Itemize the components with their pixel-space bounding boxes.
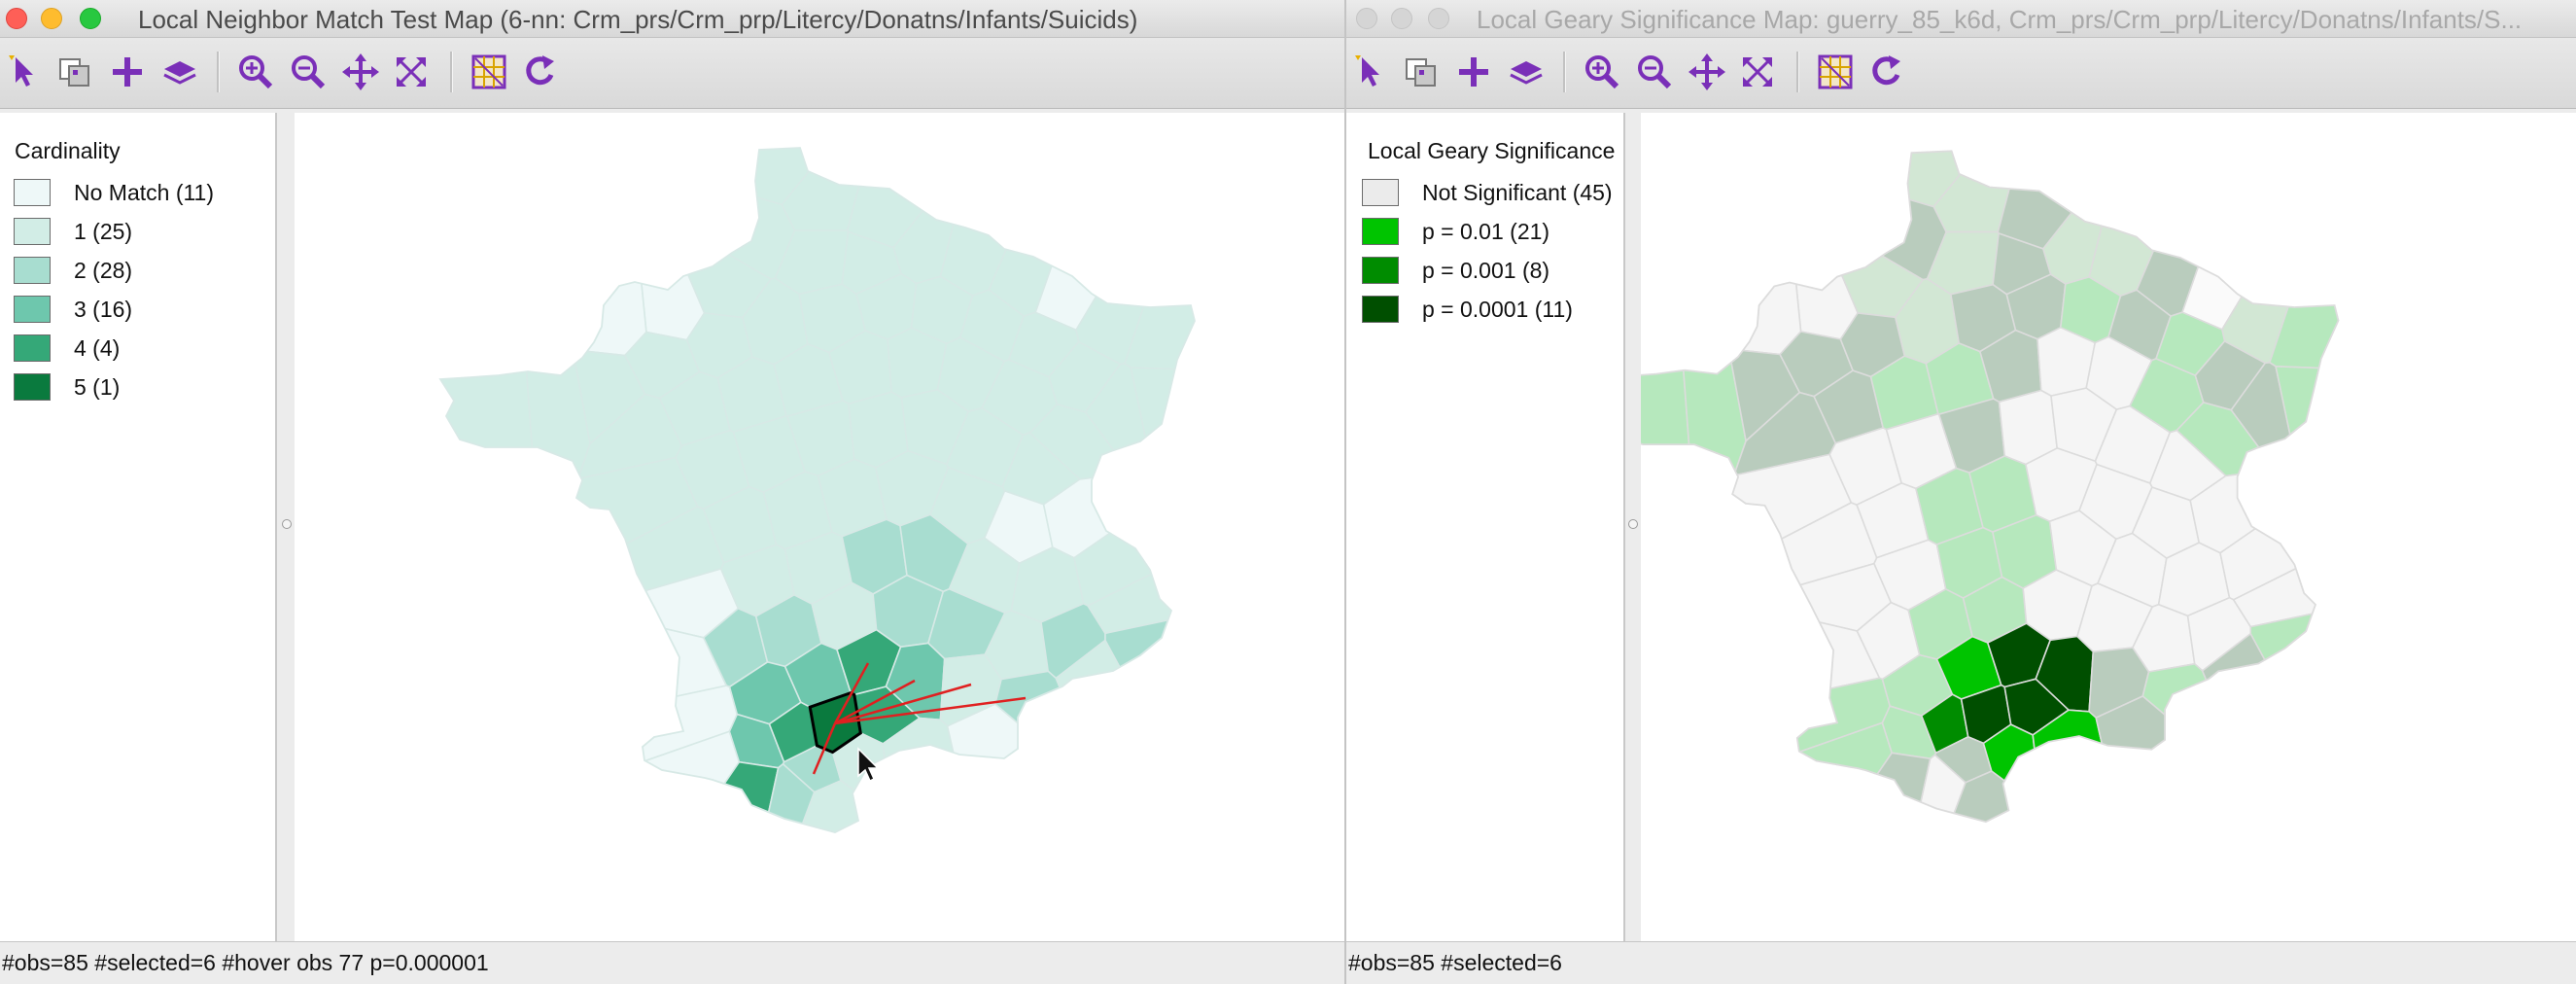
- legend-swatch: [1362, 257, 1399, 284]
- layers-icon[interactable]: [159, 52, 200, 92]
- legend-label: No Match (11): [74, 180, 215, 205]
- legend-panel: Cardinality No Match (11) 1 (25) 2 (28) …: [0, 113, 277, 941]
- add-plus-icon[interactable]: [1453, 52, 1494, 92]
- legend-label: 5 (1): [74, 374, 121, 400]
- refresh-icon[interactable]: [1865, 52, 1906, 92]
- department-polygon[interactable]: [2201, 632, 2384, 879]
- zoom-window-button[interactable]: [1428, 8, 1449, 29]
- legend-label: 3 (16): [74, 297, 133, 322]
- refresh-icon[interactable]: [519, 52, 560, 92]
- left-titlebar: Local Neighbor Match Test Map (6-nn: Crm…: [0, 0, 1344, 38]
- department-polygon[interactable]: [2275, 365, 2409, 513]
- toolbar-separator: [450, 52, 453, 92]
- department-polygon[interactable]: [946, 703, 1168, 891]
- legend-swatch: [14, 296, 51, 323]
- close-window-button[interactable]: [6, 8, 27, 29]
- toolbar-separator: [1796, 52, 1799, 92]
- department-polygon[interactable]: [392, 113, 647, 357]
- legend-label: p = 0.0001 (11): [1422, 297, 1573, 322]
- legend-swatch: [14, 218, 51, 245]
- splitter-grip[interactable]: [1628, 519, 1638, 529]
- legend-swatch: [1362, 179, 1399, 206]
- add-plus-icon[interactable]: [107, 52, 148, 92]
- zoom-in-icon[interactable]: [235, 52, 276, 92]
- zoom-out-icon[interactable]: [288, 52, 329, 92]
- department-polygon[interactable]: [1130, 367, 1267, 517]
- fit-extent-icon[interactable]: [1737, 52, 1778, 92]
- department-polygon[interactable]: [2095, 695, 2313, 879]
- legend-label: p = 0.001 (8): [1422, 258, 1550, 283]
- right-titlebar: Local Geary Significance Map: guerry_85_…: [1346, 0, 2576, 38]
- fit-extent-icon[interactable]: [391, 52, 432, 92]
- legend-label: 4 (4): [74, 335, 121, 361]
- france-significance-map[interactable]: [1641, 113, 2576, 941]
- legend-label: p = 0.01 (21): [1422, 219, 1550, 244]
- map-toolbar: [1346, 38, 2576, 109]
- map-toolbar: [0, 38, 1344, 109]
- zoom-window-button[interactable]: [80, 8, 101, 29]
- select-arrow-icon[interactable]: [4, 52, 45, 92]
- department-polygon[interactable]: [392, 145, 539, 683]
- legend-label: Not Significant (45): [1422, 180, 1613, 205]
- legend-title: Cardinality: [15, 138, 121, 163]
- department-polygon[interactable]: [1641, 117, 1802, 356]
- map-canvas[interactable]: [1641, 113, 2576, 941]
- minimize-window-button[interactable]: [41, 8, 62, 29]
- map-canvas[interactable]: [295, 113, 1344, 941]
- legend-swatch: [1362, 296, 1399, 323]
- france-choropleth-map[interactable]: [295, 113, 1344, 941]
- legend-swatch: [1362, 218, 1399, 245]
- minimize-window-button[interactable]: [1391, 8, 1412, 29]
- legend-swatch: [14, 179, 51, 206]
- pan-move-icon[interactable]: [340, 52, 381, 92]
- close-window-button[interactable]: [1356, 8, 1377, 29]
- left-map-window: Local Neighbor Match Test Map (6-nn: Crm…: [0, 0, 1346, 984]
- copy-layer-icon[interactable]: [1401, 52, 1442, 92]
- panel-splitter[interactable]: [1625, 113, 1641, 941]
- zoom-out-icon[interactable]: [1634, 52, 1675, 92]
- department-polygon[interactable]: [1055, 639, 1240, 892]
- toolbar-separator: [1563, 52, 1566, 92]
- panel-splitter[interactable]: [279, 113, 295, 941]
- department-polygon[interactable]: [1124, 113, 1267, 374]
- legend-label: 2 (28): [74, 258, 133, 283]
- department-polygon[interactable]: [2219, 486, 2409, 601]
- status-bar: #obs=85 #selected=6: [1346, 941, 2576, 984]
- status-bar: #obs=85 #selected=6 #hover obs 77 p=0.00…: [0, 941, 1344, 984]
- department-polygon[interactable]: [1104, 598, 1267, 891]
- legend-title: Local Geary Significance: [1368, 138, 1616, 163]
- copy-layer-icon[interactable]: [54, 52, 95, 92]
- department-polygon[interactable]: [2269, 117, 2409, 372]
- selection-grid-icon[interactable]: [1815, 52, 1856, 92]
- department-polygon[interactable]: [1641, 721, 1894, 879]
- department-polygon[interactable]: [2181, 117, 2350, 331]
- department-polygon[interactable]: [1034, 113, 1206, 332]
- zoom-in-icon[interactable]: [1582, 52, 1622, 92]
- department-polygon[interactable]: [1073, 490, 1267, 607]
- window-title: Local Neighbor Match Test Map (6-nn: Crm…: [138, 5, 1138, 34]
- legend-label: 1 (25): [74, 219, 133, 244]
- legend-swatch: [14, 334, 51, 362]
- legend-swatch: [14, 257, 51, 284]
- status-text: #obs=85 #selected=6 #hover obs 77 p=0.00…: [2, 950, 489, 975]
- right-map-window: Local Geary Significance Map: guerry_85_…: [1346, 0, 2576, 984]
- department-polygons: [392, 113, 1267, 892]
- legend-swatch: [14, 373, 51, 401]
- window-title: Local Geary Significance Map: guerry_85_…: [1477, 5, 2523, 34]
- select-arrow-icon[interactable]: [1350, 52, 1391, 92]
- department-polygon[interactable]: [392, 730, 741, 891]
- pan-move-icon[interactable]: [1687, 52, 1727, 92]
- department-polygons: [1641, 117, 2409, 879]
- splitter-grip[interactable]: [282, 519, 292, 529]
- selection-grid-icon[interactable]: [469, 52, 509, 92]
- toolbar-separator: [217, 52, 220, 92]
- department-polygon[interactable]: [2249, 592, 2409, 879]
- layers-icon[interactable]: [1506, 52, 1547, 92]
- status-text: #obs=85 #selected=6: [1348, 950, 1562, 975]
- legend-panel: Local Geary Significance Not Significant…: [1346, 113, 1625, 941]
